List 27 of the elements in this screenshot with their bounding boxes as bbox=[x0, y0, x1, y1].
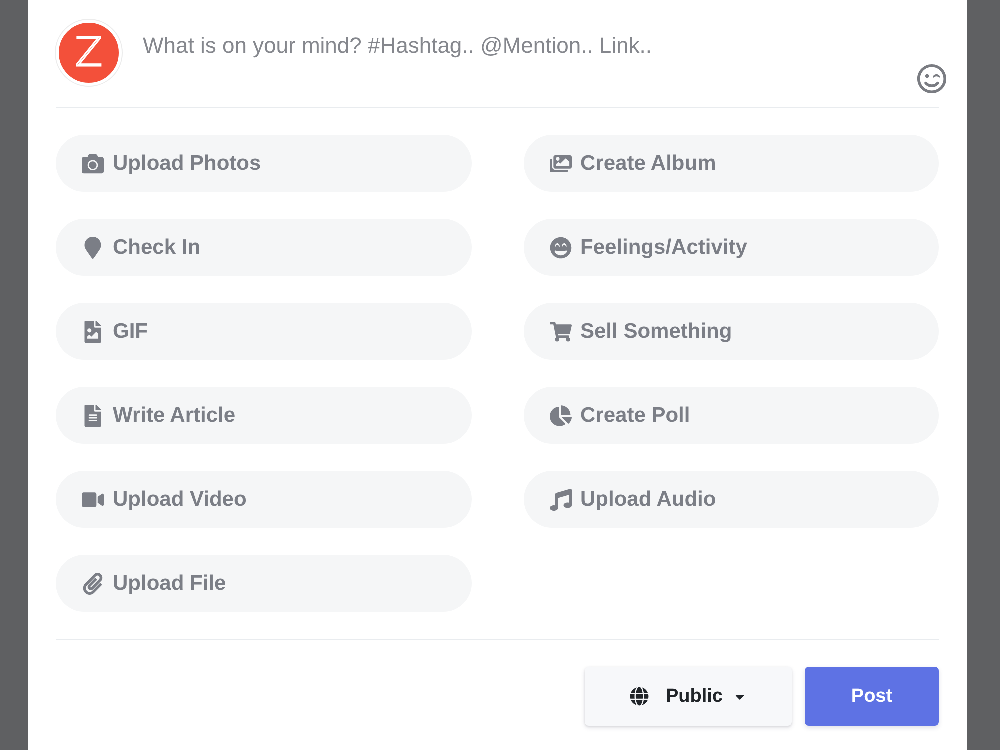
map-pin-icon bbox=[82, 236, 104, 258]
gif-button[interactable]: GIF bbox=[56, 303, 472, 360]
globe-icon bbox=[630, 687, 649, 706]
image-file-icon bbox=[82, 320, 104, 342]
paperclip-icon bbox=[82, 572, 104, 594]
upload-video-button[interactable]: Upload Video bbox=[56, 471, 472, 528]
sell-button[interactable]: Sell Something bbox=[524, 303, 939, 360]
post-button[interactable]: Post bbox=[805, 667, 939, 726]
grinning-face-icon bbox=[550, 236, 572, 258]
feelings-button[interactable]: Feelings/Activity bbox=[524, 219, 939, 276]
post-text-field[interactable]: What is on your mind? #Hashtag.. @Mention.. Link.. bbox=[143, 20, 917, 102]
create-album-button[interactable]: Create Album bbox=[524, 135, 939, 192]
camera-icon bbox=[82, 152, 104, 174]
check-in-button[interactable]: Check In bbox=[56, 219, 472, 276]
upload-file-button[interactable]: Upload File bbox=[56, 555, 472, 612]
music-note-icon bbox=[550, 488, 572, 510]
photo-stack-icon bbox=[550, 152, 572, 174]
pie-chart-icon bbox=[550, 404, 572, 426]
logo-letter: Z bbox=[75, 33, 103, 73]
shopping-cart-icon bbox=[550, 320, 572, 342]
document-icon bbox=[82, 404, 104, 426]
write-article-button[interactable]: Write Article bbox=[56, 387, 472, 444]
create-poll-button[interactable]: Create Poll bbox=[524, 387, 939, 444]
upload-photos-button[interactable]: Upload Photos bbox=[56, 135, 472, 192]
privacy-dropdown[interactable]: Public bbox=[585, 667, 792, 726]
smiley-icon[interactable] bbox=[917, 64, 947, 94]
upload-audio-button[interactable]: Upload Audio bbox=[524, 471, 939, 528]
